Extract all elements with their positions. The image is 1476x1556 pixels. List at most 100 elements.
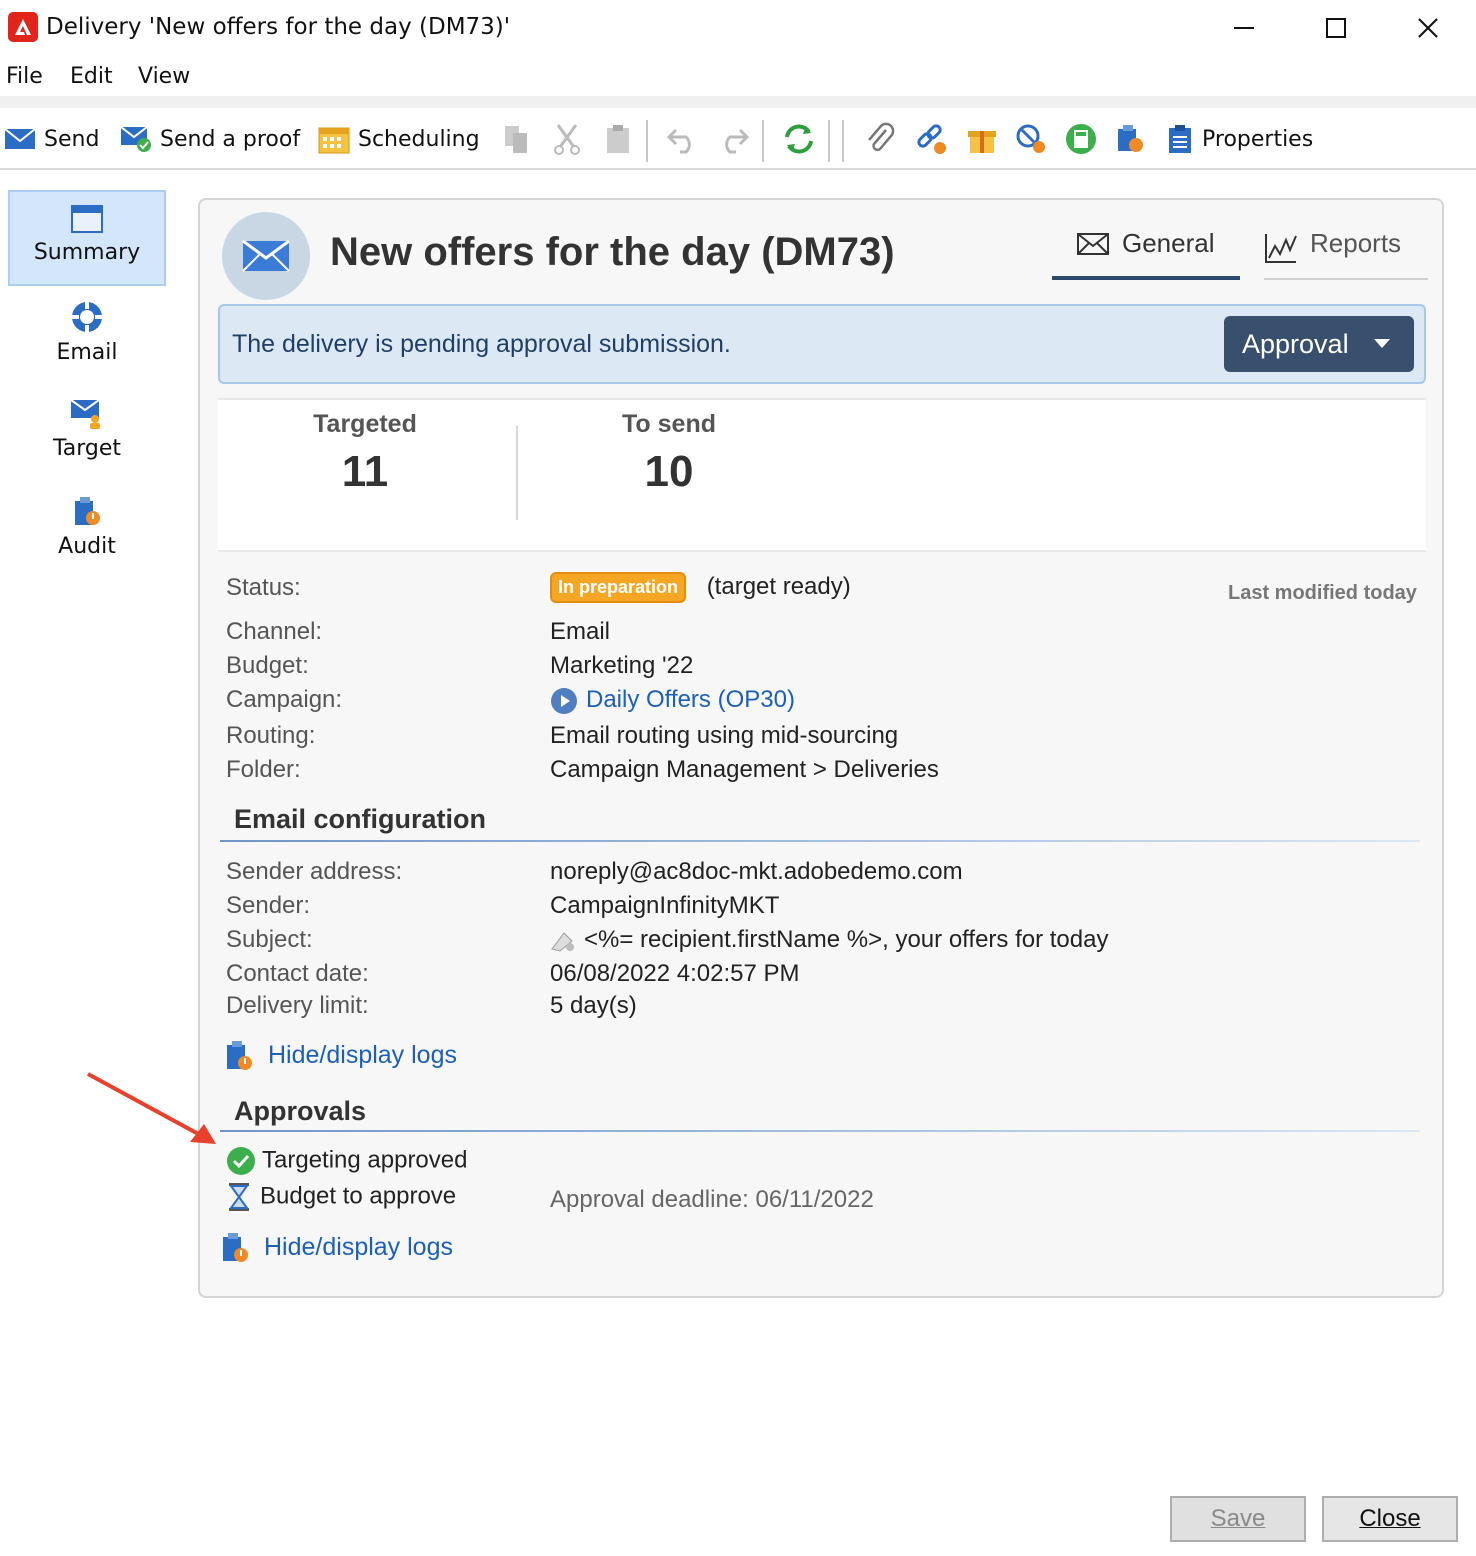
paste-button[interactable] bbox=[604, 116, 640, 162]
campaign-link[interactable]: Daily Offers (OP30) bbox=[550, 686, 795, 715]
subject-value: <%= recipient.firstName %>, your offers … bbox=[550, 926, 1108, 954]
tab-general[interactable]: General bbox=[1052, 228, 1240, 280]
target-envelope-icon bbox=[70, 399, 100, 429]
kpi-to-send-value: 10 bbox=[644, 447, 694, 496]
refresh-icon bbox=[785, 124, 813, 154]
scheduling-label: Scheduling bbox=[358, 126, 480, 152]
delivery-limit-label: Delivery limit: bbox=[226, 992, 369, 1019]
kpi-to-send: To send 10 bbox=[614, 410, 724, 497]
approval-deadline: Approval deadline: 06/11/2022 bbox=[550, 1186, 874, 1213]
undo-button[interactable] bbox=[666, 116, 708, 162]
scheduling-button[interactable]: Scheduling bbox=[318, 116, 480, 162]
subject-label: Subject: bbox=[226, 926, 313, 953]
chart-line-icon bbox=[1265, 234, 1297, 263]
kpi-targeted-label: Targeted bbox=[313, 410, 417, 438]
clipboard-icon bbox=[607, 125, 629, 153]
audit-button[interactable] bbox=[1114, 116, 1154, 162]
copy-icon bbox=[505, 126, 527, 153]
toolbar-separator bbox=[842, 120, 844, 162]
check-circle-icon bbox=[227, 1147, 255, 1175]
sidebar-item-label: Target bbox=[52, 436, 122, 461]
personalization-button[interactable] bbox=[1014, 116, 1056, 162]
send-proof-label: Send a proof bbox=[160, 126, 301, 152]
adobe-logo-icon bbox=[8, 12, 38, 42]
audit-icon bbox=[1118, 125, 1143, 152]
properties-label: Properties bbox=[1202, 126, 1314, 152]
properties-button[interactable]: Properties bbox=[1166, 116, 1313, 162]
link-icon bbox=[917, 124, 946, 154]
copy-button[interactable] bbox=[502, 116, 540, 162]
menu-view[interactable]: View bbox=[138, 64, 190, 89]
kpi-divider bbox=[516, 426, 518, 520]
delivery-limit-value: 5 day(s) bbox=[550, 992, 637, 1019]
log-icon bbox=[223, 1233, 248, 1262]
scissors-icon bbox=[554, 124, 580, 155]
kpi-targeted-value: 11 bbox=[341, 447, 389, 496]
approvals-logs-link[interactable]: Hide/display logs bbox=[220, 1230, 453, 1264]
summary-icon bbox=[71, 205, 103, 233]
link-button[interactable] bbox=[914, 116, 956, 162]
attachment-button[interactable] bbox=[864, 116, 904, 162]
send-proof-button[interactable]: Send a proof bbox=[120, 116, 300, 162]
close-button[interactable]: Close bbox=[1322, 1496, 1458, 1542]
menu-bar: File Edit View bbox=[0, 60, 1476, 94]
minimize-button[interactable] bbox=[1214, 8, 1274, 48]
sidebar-item-summary[interactable]: Summary bbox=[8, 190, 166, 286]
tab-reports[interactable]: Reports bbox=[1264, 228, 1428, 280]
menu-edit[interactable]: Edit bbox=[70, 64, 113, 89]
hourglass-icon bbox=[229, 1183, 249, 1211]
window-title: Delivery 'New offers for the day (DM73)' bbox=[46, 14, 511, 40]
send-proof-icon bbox=[120, 126, 151, 152]
sender-value: CampaignInfinityMKT bbox=[550, 892, 780, 919]
sidebar-item-label: Email bbox=[56, 340, 118, 365]
sender-label: Sender: bbox=[226, 892, 311, 919]
logs-link-text: Hide/display logs bbox=[264, 1232, 453, 1261]
sidebar-item-audit[interactable]: Audit bbox=[8, 482, 166, 578]
tab-reports-label: Reports bbox=[1310, 228, 1402, 258]
save-label: Save bbox=[1210, 1505, 1266, 1532]
campaign-link-text: Daily Offers (OP30) bbox=[586, 686, 795, 713]
calculator-icon bbox=[1066, 124, 1096, 154]
sidebar: Summary Email Target Audit bbox=[0, 178, 180, 598]
menu-file[interactable]: File bbox=[6, 64, 43, 89]
redo-button[interactable] bbox=[716, 116, 758, 162]
email-config-title: Email configuration bbox=[234, 804, 487, 834]
sidebar-item-label: Audit bbox=[58, 534, 116, 559]
annotation-arrow-icon bbox=[87, 1072, 216, 1144]
sidebar-item-target[interactable]: Target bbox=[8, 384, 166, 480]
refresh-button[interactable] bbox=[782, 116, 824, 162]
chevron-down-icon bbox=[1374, 339, 1390, 348]
approval-dropdown-button[interactable]: Approval bbox=[1224, 316, 1414, 372]
subject-text: <%= recipient.firstName %>, your offers … bbox=[584, 926, 1109, 953]
status-value: In preparation (target ready) bbox=[550, 572, 851, 603]
send-button[interactable]: Send bbox=[4, 116, 99, 162]
routing-label: Routing: bbox=[226, 722, 316, 749]
last-modified: Last modified today bbox=[1228, 582, 1417, 604]
personalization-field-icon bbox=[551, 931, 574, 952]
close-label: Close bbox=[1359, 1505, 1421, 1532]
targeting-approved-text: Targeting approved bbox=[262, 1146, 468, 1174]
email-config-logs-link[interactable]: Hide/display logs bbox=[224, 1038, 457, 1072]
status-label: Status: bbox=[226, 574, 301, 601]
toolbar-separator bbox=[828, 120, 830, 162]
save-button[interactable]: Save bbox=[1170, 1496, 1306, 1542]
offers-button[interactable] bbox=[966, 116, 1006, 162]
title-bar: Delivery 'New offers for the day (DM73)' bbox=[0, 0, 1476, 56]
maximize-button[interactable] bbox=[1306, 8, 1366, 48]
routing-value: Email routing using mid-sourcing bbox=[550, 722, 899, 749]
targeting-approved-row: Targeting approved bbox=[226, 1146, 467, 1176]
clipboard-properties-icon bbox=[1169, 125, 1191, 153]
envelope-send-icon bbox=[4, 128, 36, 149]
delivery-email-icon bbox=[222, 212, 310, 300]
banner-text: The delivery is pending approval submiss… bbox=[232, 330, 731, 358]
sidebar-item-email[interactable]: Email bbox=[8, 288, 166, 384]
cut-button[interactable] bbox=[552, 116, 590, 162]
calculator-button[interactable] bbox=[1064, 116, 1106, 162]
status-note: (target ready) bbox=[706, 572, 851, 600]
audit-icon bbox=[75, 497, 100, 525]
budget-approve-row: Budget to approve bbox=[226, 1182, 456, 1212]
campaign-label: Campaign: bbox=[226, 686, 343, 713]
channel-label: Channel: bbox=[226, 618, 323, 645]
close-window-button[interactable] bbox=[1398, 8, 1458, 48]
toolbar-separator bbox=[762, 120, 764, 162]
